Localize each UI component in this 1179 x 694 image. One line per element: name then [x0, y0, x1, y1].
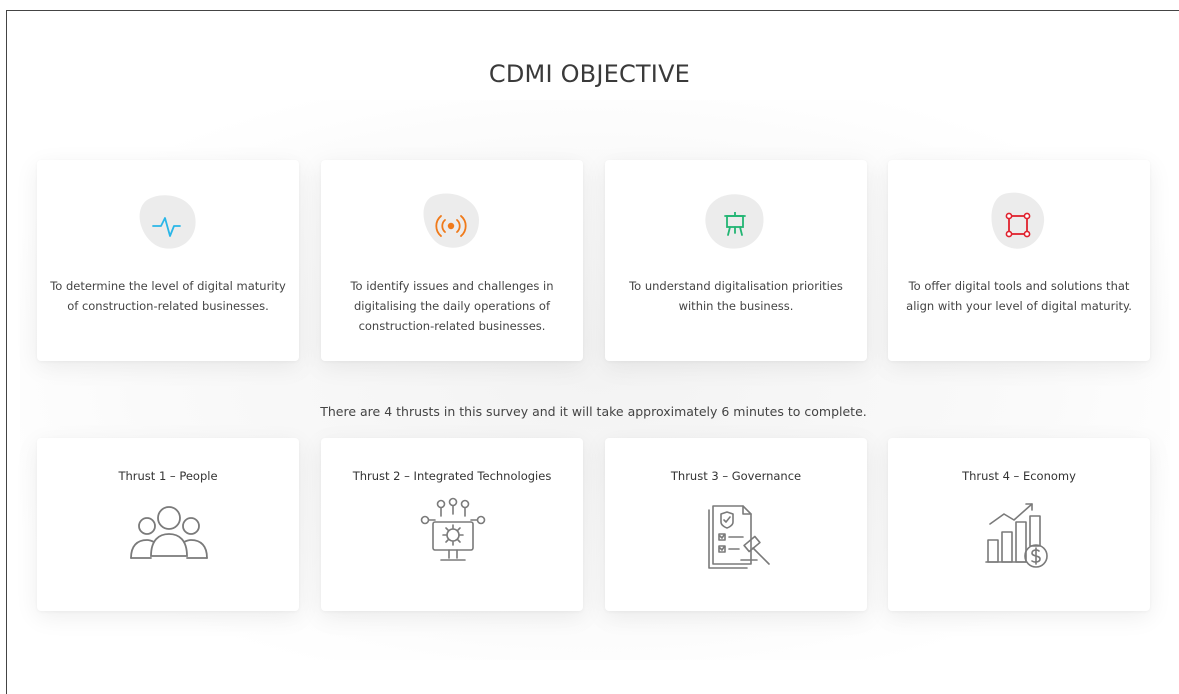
broadcast-icon — [417, 190, 485, 254]
objective-text: To understand digitalisation priorities … — [629, 279, 843, 313]
thrust-label: Thrust 2 – Integrated Technologies — [352, 469, 552, 483]
objective-text: To offer digital tools and solutions tha… — [906, 279, 1132, 313]
integrated-tech-monitor-icon — [407, 496, 499, 578]
people-group-icon — [123, 496, 215, 578]
page-title: CDMI OBJECTIVE — [488, 60, 691, 88]
thrust-label: Thrust 3 – Governance — [670, 469, 802, 483]
objective-card-4: To offer digital tools and solutions tha… — [888, 160, 1150, 361]
objective-card-3: To understand digitalisation priorities … — [605, 160, 867, 361]
thrust-label: Thrust 1 – People — [118, 469, 218, 483]
economy-growth-chart-icon — [974, 496, 1066, 578]
thrust-card-3[interactable]: Thrust 3 – Governance — [605, 438, 867, 611]
thrust-card-4[interactable]: Thrust 4 – Economy — [888, 438, 1150, 611]
thrust-card-2[interactable]: Thrust 2 – Integrated Technologies — [321, 438, 583, 611]
survey-note: There are 4 thrusts in this survey and i… — [320, 404, 867, 419]
governance-document-gavel-icon — [691, 496, 783, 578]
presentation-easel-icon — [701, 190, 769, 254]
objective-text: To identify issues and challenges in dig… — [350, 279, 554, 333]
vector-square-icon — [984, 190, 1052, 254]
thrust-card-1[interactable]: Thrust 1 – People — [37, 438, 299, 611]
objective-card-1: To determine the level of digital maturi… — [37, 160, 299, 361]
thrust-label: Thrust 4 – Economy — [962, 469, 1076, 483]
objective-text: To determine the level of digital maturi… — [50, 279, 286, 313]
pulse-icon — [133, 190, 201, 254]
objective-card-2: To identify issues and challenges in dig… — [321, 160, 583, 361]
